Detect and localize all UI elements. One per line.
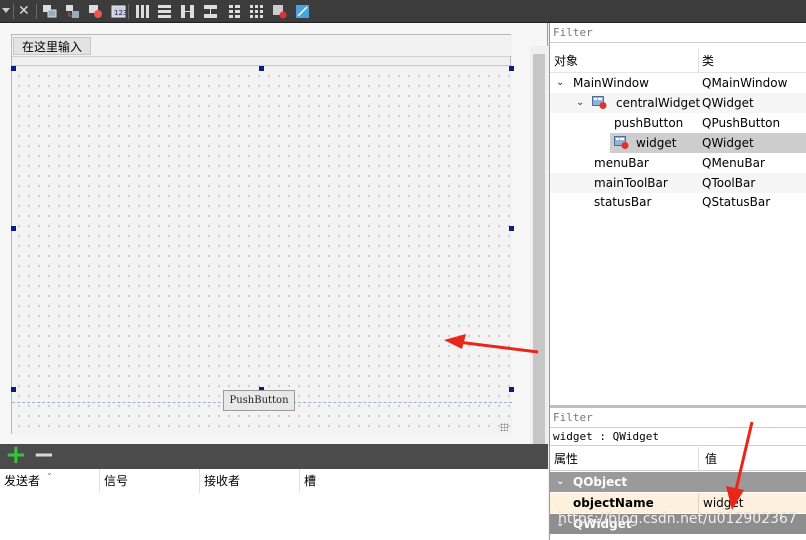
tree-item-menubar[interactable]: menuBar QMenuBar bbox=[550, 153, 806, 173]
property-row-objectname[interactable]: objectName widget bbox=[550, 493, 806, 513]
edit-tab-order-icon[interactable]: 123 bbox=[111, 4, 126, 19]
central-widget-canvas[interactable] bbox=[11, 66, 514, 435]
layout-h-splitter-icon[interactable] bbox=[180, 4, 195, 19]
toolbar-separator bbox=[36, 4, 37, 19]
layout-form-icon[interactable] bbox=[227, 4, 242, 19]
property-group-qobject[interactable]: ⌄ QObject bbox=[550, 472, 806, 492]
tree-item-mainwindow[interactable]: ⌄ MainWindow QMainWindow bbox=[550, 73, 806, 93]
broken-layout-widget-icon bbox=[614, 136, 629, 149]
form-size-grip[interactable] bbox=[500, 423, 508, 431]
type-here-menu-placeholder[interactable]: 在这里输入 bbox=[13, 37, 92, 55]
resize-handle-bottom-left[interactable] bbox=[11, 387, 16, 392]
collapse-arrow-icon[interactable]: ⌄ bbox=[576, 93, 584, 113]
tree-item-pushbutton[interactable]: pushButton QPushButton bbox=[550, 113, 806, 133]
column-property[interactable]: 属性 bbox=[554, 447, 578, 471]
design-vertical-scrollbar[interactable] bbox=[530, 46, 548, 467]
resize-handle-right[interactable] bbox=[509, 226, 514, 231]
dropdown-icon[interactable] bbox=[2, 8, 10, 13]
property-editor-object-label: widget : QWidget bbox=[550, 428, 806, 446]
resize-handle-left[interactable] bbox=[11, 226, 16, 231]
column-object[interactable]: 对象 bbox=[554, 49, 578, 73]
signal-slot-toolbar: + − bbox=[0, 441, 548, 469]
column-divider bbox=[698, 447, 699, 471]
adjust-size-icon[interactable] bbox=[295, 4, 310, 19]
column-receiver[interactable]: 接收者 bbox=[200, 469, 300, 493]
edit-widgets-icon[interactable] bbox=[42, 4, 57, 19]
edit-buddies-icon[interactable] bbox=[88, 4, 103, 19]
resize-handle-bottom-right[interactable] bbox=[509, 387, 514, 392]
toolbar-separator bbox=[13, 4, 14, 19]
resize-handle-top-right[interactable] bbox=[509, 66, 514, 71]
svg-text:123: 123 bbox=[114, 9, 126, 17]
resize-handle-top-left[interactable] bbox=[11, 66, 16, 71]
sort-indicator-icon: ⌄ bbox=[46, 468, 53, 477]
tree-item-maintoolbar[interactable]: mainToolBar QToolBar bbox=[550, 173, 806, 193]
remove-connection-button[interactable]: − bbox=[33, 441, 55, 469]
column-class[interactable]: 类 bbox=[702, 49, 714, 73]
column-divider bbox=[698, 493, 699, 513]
form-editor-toolbar: ✕ 123 bbox=[0, 0, 806, 23]
resize-handle-top[interactable] bbox=[259, 66, 264, 71]
property-name-objectname: objectName bbox=[573, 496, 654, 510]
main-window-form[interactable]: 在这里输入 PushButton bbox=[11, 34, 514, 435]
tree-item-statusbar[interactable]: statusBar QStatusBar bbox=[550, 192, 806, 212]
column-divider bbox=[698, 49, 699, 73]
toolbar-separator bbox=[128, 4, 129, 19]
break-layout-icon[interactable] bbox=[272, 4, 287, 19]
object-inspector-filter[interactable]: Filter bbox=[550, 23, 806, 43]
layout-vertical-icon[interactable] bbox=[157, 4, 172, 19]
tree-item-widget[interactable]: widget QWidget bbox=[610, 133, 806, 153]
collapse-arrow-icon[interactable]: ⌄ bbox=[556, 73, 564, 93]
signal-slot-table[interactable]: 发送者 ⌄ 信号 接收者 槽 bbox=[0, 468, 548, 540]
layout-grid-icon[interactable] bbox=[249, 4, 264, 19]
annotation-arrow-down bbox=[726, 421, 754, 510]
collapse-arrow-icon[interactable]: ⌄ bbox=[556, 472, 564, 492]
column-value[interactable]: 值 bbox=[705, 447, 717, 471]
layout-v-splitter-icon[interactable] bbox=[203, 4, 218, 19]
close-icon[interactable]: ✕ bbox=[18, 4, 33, 19]
property-editor-filter[interactable]: Filter bbox=[550, 408, 806, 428]
push-button-widget[interactable]: PushButton bbox=[223, 390, 295, 411]
layout-horizontal-icon[interactable] bbox=[135, 4, 150, 19]
column-signal[interactable]: 信号 bbox=[100, 469, 200, 493]
form-design-area[interactable]: 在这里输入 PushButton bbox=[0, 23, 548, 467]
property-editor-header: 属性 值 bbox=[550, 447, 806, 471]
broken-layout-widget-icon bbox=[592, 96, 607, 109]
tree-item-centralwidget[interactable]: ⌄ centralWidget QWidget bbox=[550, 93, 806, 113]
watermark: https://blog.csdn.net/u012902367 bbox=[558, 511, 797, 527]
column-slot[interactable]: 槽 bbox=[300, 469, 400, 493]
right-dock-panels: Filter 对象 类 ⌄ MainWindow QMainWindow ⌄ c… bbox=[549, 23, 806, 540]
scrollbar-thumb[interactable] bbox=[533, 54, 545, 450]
object-inspector-header: 对象 类 bbox=[550, 49, 806, 73]
menu-bar-editor[interactable]: 在这里输入 bbox=[12, 35, 512, 57]
annotation-arrow-left bbox=[444, 334, 539, 354]
edit-signals-slots-icon[interactable] bbox=[65, 4, 80, 19]
add-connection-button[interactable]: + bbox=[5, 441, 27, 469]
